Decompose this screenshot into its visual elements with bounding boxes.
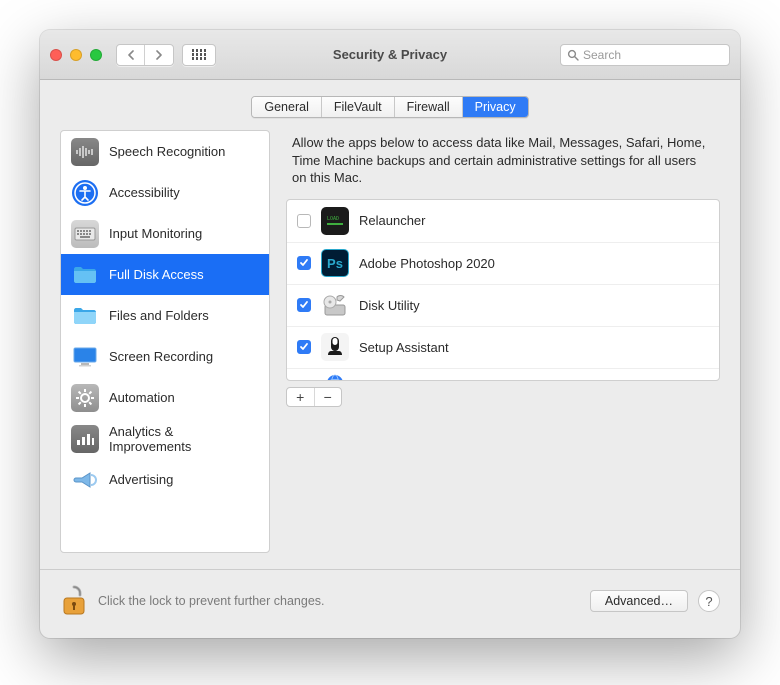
close-button[interactable] (50, 49, 62, 61)
add-remove-control: + − (286, 387, 342, 407)
traffic-lights (50, 49, 102, 61)
display-icon (71, 343, 99, 371)
show-all-button[interactable] (182, 44, 216, 66)
description-text: Allow the apps below to access data like… (286, 130, 720, 199)
tab-bar: General FileVault Firewall Privacy (40, 80, 740, 130)
folder-icon (71, 261, 99, 289)
checkbox[interactable] (297, 214, 311, 228)
diskutility-icon (321, 291, 349, 319)
sidebar-item-label: Input Monitoring (109, 226, 202, 241)
app-label: Disk Utility (359, 298, 420, 313)
app-row-relauncher[interactable]: LOAD Relauncher (287, 200, 719, 242)
checkbox[interactable] (297, 298, 311, 312)
sidebar-item-label: Speech Recognition (109, 144, 225, 159)
chart-icon (71, 425, 99, 453)
sidebar-item-label: Files and Folders (109, 308, 209, 323)
preferences-window: Security & Privacy General FileVault Fir… (40, 30, 740, 638)
app-label: Adobe Photoshop 2020 (359, 256, 495, 271)
assistant-icon (321, 333, 349, 361)
privacy-category-list[interactable]: Speech Recognition Accessibility Input M… (60, 130, 270, 553)
lock-button[interactable] (60, 584, 88, 618)
unlock-icon (60, 584, 88, 618)
sidebar-item-label: Screen Recording (109, 349, 213, 364)
sidebar-item-label: Advertising (109, 472, 173, 487)
advanced-button[interactable]: Advanced… (590, 590, 688, 612)
sidebar-item-accessibility[interactable]: Accessibility (61, 172, 269, 213)
sidebar-item-automation[interactable]: Automation (61, 377, 269, 418)
titlebar: Security & Privacy (40, 30, 740, 80)
photoshop-icon: Ps (321, 249, 349, 277)
tab-filevault[interactable]: FileVault (322, 97, 395, 117)
minimize-button[interactable] (70, 49, 82, 61)
sidebar-item-speech-recognition[interactable]: Speech Recognition (61, 131, 269, 172)
search-input[interactable] (583, 48, 723, 62)
sidebar-item-files-and-folders[interactable]: Files and Folders (61, 295, 269, 336)
sidebar-item-label: Automation (109, 390, 175, 405)
sidebar-item-label: Accessibility (109, 185, 180, 200)
app-label: Setup Assistant (359, 340, 449, 355)
checkbox[interactable] (297, 340, 311, 354)
main-panel: Allow the apps below to access data like… (286, 130, 720, 553)
lock-description: Click the lock to prevent further change… (98, 594, 580, 608)
keyboard-icon (71, 220, 99, 248)
back-button[interactable] (117, 45, 145, 65)
checkbox[interactable] (297, 256, 311, 270)
app-label: Relauncher (359, 213, 426, 228)
app-row-photoshop[interactable]: Ps Adobe Photoshop 2020 (287, 242, 719, 284)
globe-icon (321, 373, 349, 381)
sidebar-item-label: Full Disk Access (109, 267, 204, 282)
segmented-tabs: General FileVault Firewall Privacy (251, 96, 528, 118)
app-row-partial[interactable] (287, 368, 719, 381)
add-button[interactable]: + (287, 388, 315, 406)
search-field[interactable] (560, 44, 730, 66)
sidebar-item-analytics[interactable]: Analytics & Improvements (61, 418, 269, 459)
tab-firewall[interactable]: Firewall (395, 97, 463, 117)
chevron-right-icon (155, 50, 163, 60)
sidebar-item-label: Analytics & Improvements (109, 424, 259, 454)
forward-button[interactable] (145, 45, 173, 65)
folder-open-icon (71, 302, 99, 330)
gear-icon (71, 384, 99, 412)
footer: Click the lock to prevent further change… (40, 569, 740, 638)
content-area: Speech Recognition Accessibility Input M… (40, 130, 740, 569)
sidebar-item-input-monitoring[interactable]: Input Monitoring (61, 213, 269, 254)
chevron-left-icon (127, 50, 135, 60)
app-row-disk-utility[interactable]: Disk Utility (287, 284, 719, 326)
sidebar-item-screen-recording[interactable]: Screen Recording (61, 336, 269, 377)
grid-icon (192, 49, 207, 60)
terminal-icon: LOAD (321, 207, 349, 235)
tab-general[interactable]: General (252, 97, 321, 117)
sidebar-item-advertising[interactable]: Advertising (61, 459, 269, 500)
svg-text:LOAD: LOAD (327, 216, 339, 222)
megaphone-icon (71, 466, 99, 494)
zoom-button[interactable] (90, 49, 102, 61)
nav-buttons (116, 44, 174, 66)
search-icon (567, 49, 579, 61)
help-button[interactable]: ? (698, 590, 720, 612)
sidebar-item-full-disk-access[interactable]: Full Disk Access (61, 254, 269, 295)
remove-button[interactable]: − (315, 388, 342, 406)
tab-privacy[interactable]: Privacy (463, 97, 528, 117)
app-row-setup-assistant[interactable]: Setup Assistant (287, 326, 719, 368)
app-permission-list[interactable]: LOAD Relauncher Ps Adobe Photoshop 2020 (286, 199, 720, 381)
accessibility-icon (71, 179, 99, 207)
waveform-icon (71, 138, 99, 166)
